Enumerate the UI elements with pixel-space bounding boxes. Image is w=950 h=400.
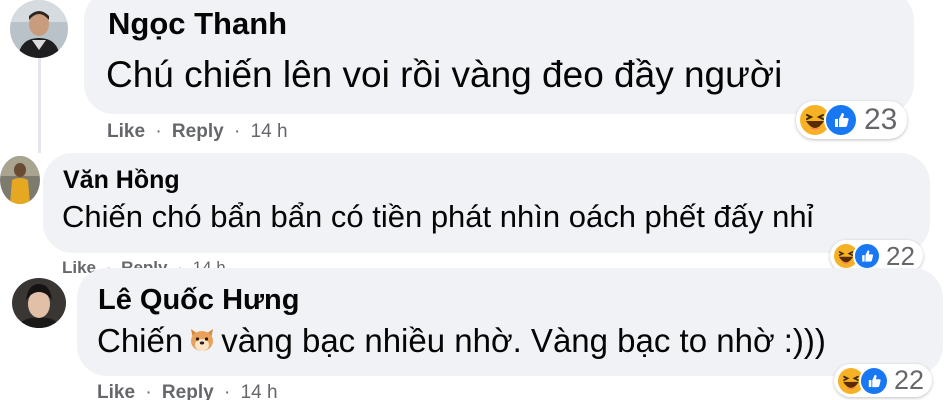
comment-text-end: vàng bạc nhiều nhờ. Vàng bạc to nhờ :))) [221, 322, 826, 359]
separator: · [145, 382, 152, 400]
avatar[interactable] [10, 0, 68, 58]
dog-face-emoji-icon [187, 325, 217, 363]
comment-text: Chú chiến lên voi rồi vàng đeo đầy người [106, 54, 783, 95]
comment-thread: Ngọc Thanh Chú chiến lên voi rồi vàng đe… [0, 0, 950, 400]
reaction-summary[interactable]: 23 [796, 101, 908, 139]
like-link[interactable]: Like [97, 382, 135, 400]
like-icon [853, 242, 881, 270]
comment-text-start: Chiến [97, 322, 184, 359]
like-icon [859, 365, 889, 396]
comment-text: Chiến vàng bạc nhiều nhờ. Vàng bạc to nhờ… [97, 322, 826, 363]
comment-author[interactable]: Ngọc Thanh [108, 6, 287, 42]
comment-actions: Like · Reply · 14 h [107, 121, 288, 143]
avatar[interactable] [12, 278, 66, 328]
like-icon [824, 103, 858, 137]
reaction-count: 23 [864, 103, 898, 136]
like-link[interactable]: Like [107, 121, 145, 142]
avatar[interactable] [0, 156, 40, 204]
reply-link[interactable]: Reply [162, 382, 214, 400]
comment-author[interactable]: Lê Quốc Hưng [98, 284, 299, 317]
reaction-summary[interactable]: 22 [834, 364, 933, 397]
reaction-count: 22 [886, 240, 915, 271]
comment-actions: Like · Reply · 14 h [97, 382, 278, 400]
comment-timestamp[interactable]: 14 h [241, 382, 278, 400]
comment-author[interactable]: Văn Hồng [63, 166, 180, 195]
comment-text: Chiến chó bẩn bẩn có tiền phát nhìn oách… [62, 199, 814, 234]
separator: · [233, 121, 241, 142]
separator: · [223, 382, 231, 400]
comment-timestamp[interactable]: 14 h [251, 121, 288, 142]
reaction-count: 22 [894, 365, 925, 395]
reply-link[interactable]: Reply [172, 121, 224, 142]
thread-connector-line [38, 58, 41, 153]
separator: · [155, 121, 162, 142]
